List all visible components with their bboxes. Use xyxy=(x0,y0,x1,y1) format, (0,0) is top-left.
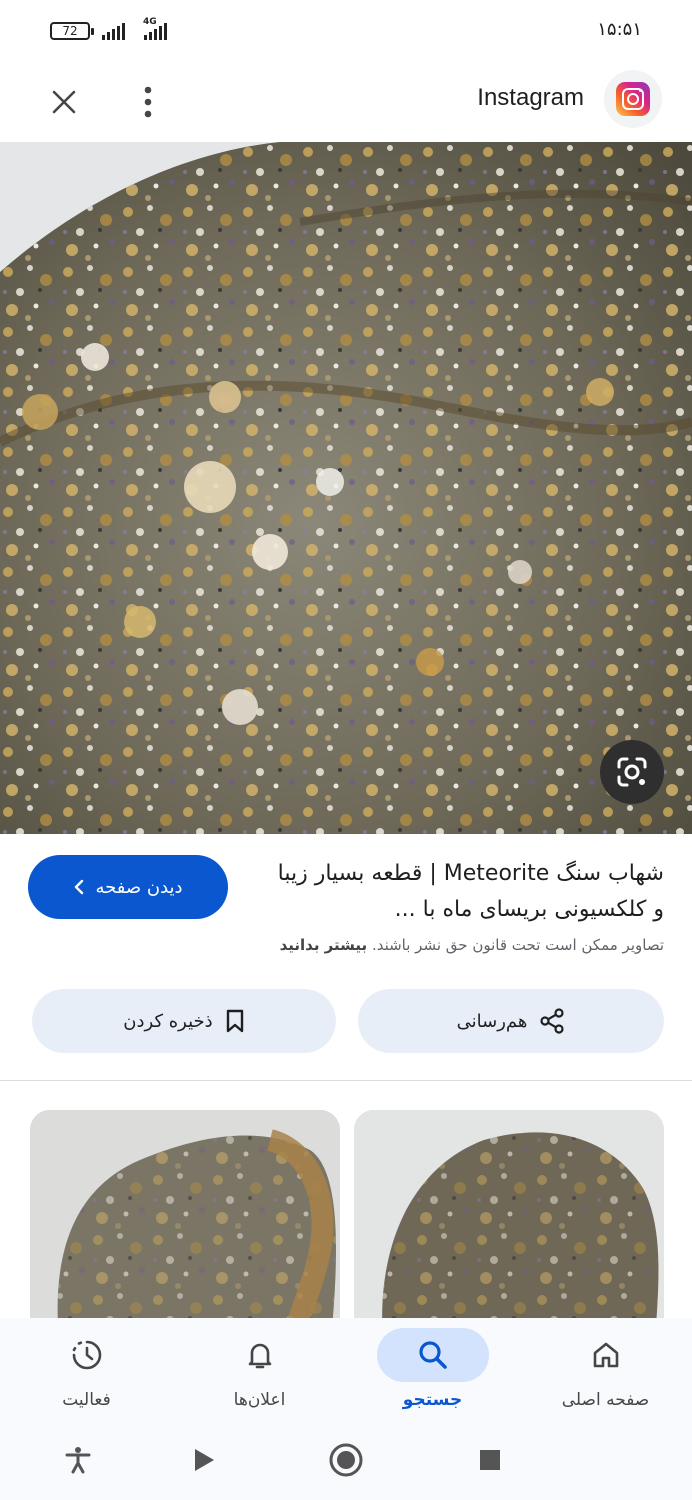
accessibility-button[interactable] xyxy=(54,1436,102,1484)
save-button[interactable]: ذخیره کردن xyxy=(32,989,336,1053)
nav-item-home[interactable]: صفحه اصلی xyxy=(519,1318,692,1418)
signal-icon xyxy=(102,22,125,40)
home-nav-button[interactable] xyxy=(322,1436,370,1484)
learn-more-link[interactable]: بیشتر بدانید xyxy=(280,936,368,954)
nav-label-notifications: اعلان‌ها xyxy=(233,1390,286,1410)
play-triangle-icon xyxy=(195,1449,214,1471)
lens-icon xyxy=(617,757,647,787)
instagram-logo-icon[interactable] xyxy=(604,70,662,128)
related-image-thumbnail[interactable] xyxy=(30,1110,340,1350)
bell-icon xyxy=(248,1343,271,1369)
home-icon xyxy=(593,1342,618,1368)
save-label: ذخیره کردن xyxy=(123,1010,213,1032)
battery-indicator: 72 xyxy=(50,22,94,40)
recents-nav-button[interactable] xyxy=(466,1436,514,1484)
accessibility-icon xyxy=(65,1447,91,1474)
signal-4g-icon xyxy=(144,22,167,40)
google-lens-button[interactable] xyxy=(600,740,664,804)
meteorite-image[interactable] xyxy=(0,142,692,834)
nav-label-home: صفحه اصلی xyxy=(561,1390,650,1410)
related-image-thumbnail[interactable] xyxy=(354,1110,664,1350)
meteorite-photo xyxy=(0,142,692,834)
search-icon xyxy=(418,1341,447,1369)
nav-item-notifications[interactable]: اعلان‌ها xyxy=(173,1318,346,1418)
clock: ۱۵:۵۱ xyxy=(597,19,642,40)
search-icon-container xyxy=(376,1328,489,1382)
share-button[interactable]: هم‌رسانی xyxy=(358,989,664,1053)
result-title[interactable]: شهاب سنگ Meteorite | قطعه بسیار زیبا و ک… xyxy=(264,856,664,928)
system-navigation-bar xyxy=(0,1418,692,1500)
square-icon xyxy=(480,1450,500,1470)
viewer-header: Instagram xyxy=(0,62,692,142)
home-icon-container xyxy=(550,1328,662,1382)
activity-icon-container xyxy=(31,1328,143,1382)
section-divider xyxy=(0,1080,692,1081)
share-icon xyxy=(540,1008,564,1034)
bookmark-icon xyxy=(226,1009,243,1033)
nav-label-search: جستجو xyxy=(402,1390,463,1410)
close-icon xyxy=(52,90,76,114)
nav-item-search[interactable]: جستجو xyxy=(346,1318,519,1418)
related-meteorite-photo xyxy=(30,1110,340,1350)
back-nav-button[interactable] xyxy=(180,1436,228,1484)
related-meteorite-photo xyxy=(354,1110,664,1350)
bottom-navigation: صفحه اصلی جستجو اعلان‌ها فعالیت xyxy=(0,1318,692,1418)
more-vert-icon xyxy=(144,86,152,118)
close-button[interactable] xyxy=(40,78,88,126)
copyright-notice: تصاویر ممکن است تحت قانون حق نشر باشند. … xyxy=(24,936,664,954)
chevron-left-icon xyxy=(75,879,84,895)
visit-page-label: دیدن صفحه xyxy=(95,876,183,898)
more-options-button[interactable] xyxy=(124,78,172,126)
visit-page-button[interactable]: دیدن صفحه xyxy=(28,855,228,919)
bell-icon-container xyxy=(204,1328,316,1382)
nav-label-activity: فعالیت xyxy=(62,1390,111,1410)
copyright-text: تصاویر ممکن است تحت قانون حق نشر باشند. xyxy=(371,936,664,954)
nav-item-activity[interactable]: فعالیت xyxy=(0,1318,173,1418)
source-site-name[interactable]: Instagram xyxy=(477,84,584,112)
home-circle-icon xyxy=(329,1443,363,1477)
status-bar: 72 4G ۱۵:۵۱ xyxy=(0,0,692,62)
share-label: هم‌رسانی xyxy=(456,1010,528,1032)
activity-icon xyxy=(72,1340,101,1370)
